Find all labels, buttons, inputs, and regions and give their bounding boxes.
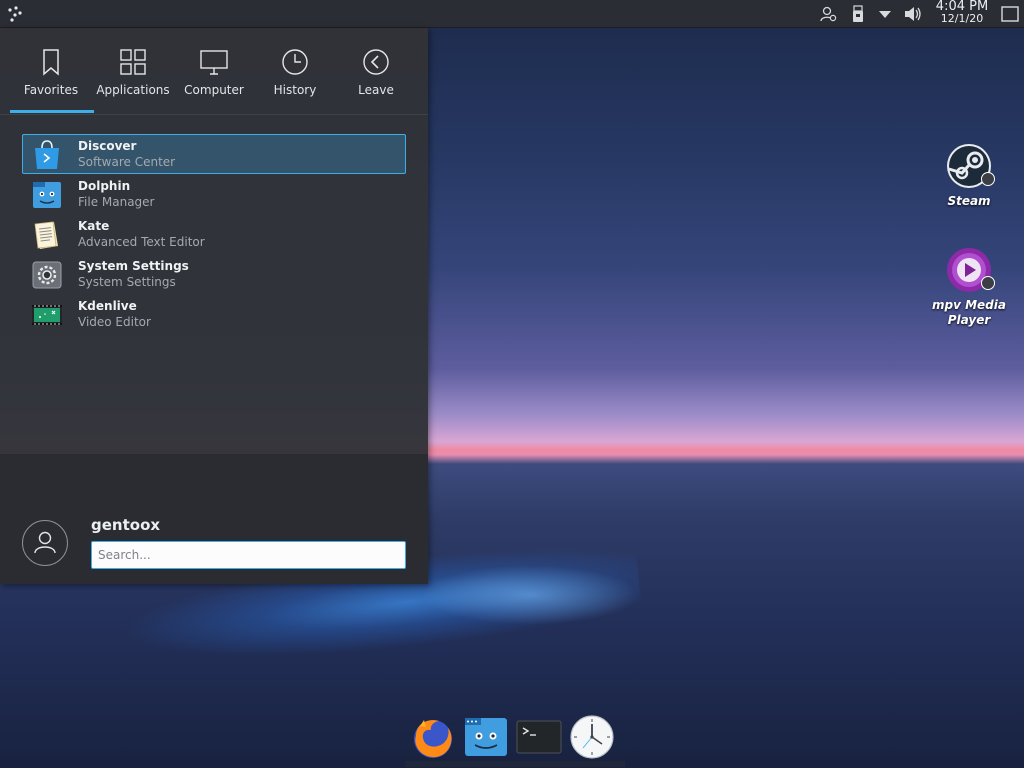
tab-label: Computer — [184, 83, 244, 97]
mpv-icon — [945, 246, 995, 294]
firefox-icon[interactable] — [410, 714, 456, 760]
settings-icon — [32, 261, 62, 289]
shortcut-badge-icon — [981, 172, 995, 186]
tab-history[interactable]: History — [254, 28, 336, 114]
active-tab-indicator — [10, 110, 94, 113]
app-description: Software Center — [78, 155, 176, 169]
application-launcher-button[interactable] — [4, 3, 26, 25]
list-item-system-settings[interactable]: System Settings System Settings — [22, 254, 406, 294]
list-item-kdenlive[interactable]: Kdenlive Video Editor — [22, 294, 406, 334]
application-launcher-popup: Favorites Applications Computer History … — [0, 28, 428, 584]
digital-clock[interactable]: 4:04 PM 12/1/20 — [928, 0, 996, 25]
app-name: Discover — [78, 139, 137, 153]
bookmark-icon — [43, 49, 59, 76]
desktop-icon-mpv[interactable]: mpv Media Player — [929, 246, 1009, 328]
username: gentoox — [91, 516, 161, 534]
dock-shelf — [405, 761, 625, 767]
terminal-icon[interactable] — [516, 714, 562, 760]
tab-label: History — [273, 83, 317, 97]
dolphin-icon — [33, 182, 61, 208]
kate-icon — [34, 221, 58, 249]
tray-expander-icon[interactable] — [875, 4, 895, 24]
tab-label: Leave — [358, 83, 394, 97]
launcher-tab-bar: Favorites Applications Computer History … — [0, 28, 428, 115]
dock — [405, 710, 625, 768]
clock-icon — [282, 49, 308, 75]
tab-leave[interactable]: Leave — [335, 28, 417, 114]
app-name: System Settings — [78, 259, 189, 273]
shortcut-badge-icon — [981, 276, 995, 290]
launcher-footer: gentoox — [0, 454, 428, 584]
user-switch-icon[interactable] — [818, 4, 838, 24]
app-name: Dolphin — [78, 179, 131, 193]
discover-icon — [35, 140, 59, 169]
tab-applications[interactable]: Applications — [92, 28, 174, 114]
back-arrow-icon — [363, 49, 389, 75]
volume-icon[interactable] — [903, 4, 923, 24]
desktop-icon-steam[interactable]: Steam — [929, 142, 1009, 209]
favorites-list: Discover Software Center Dolphin File Ma… — [22, 134, 406, 334]
tab-label: Applications — [96, 83, 170, 97]
list-item-kate[interactable]: Kate Advanced Text Editor — [22, 214, 406, 254]
top-panel: 4:04 PM 12/1/20 — [0, 0, 1024, 28]
kdenlive-icon — [32, 305, 62, 325]
clock-app-icon[interactable] — [569, 714, 615, 760]
app-name: Kate — [78, 219, 110, 233]
grid-icon — [120, 49, 146, 75]
show-desktop-icon[interactable] — [1000, 4, 1020, 24]
wave-glow-highlight — [420, 565, 640, 625]
desktop-icon-label: mpv Media Player — [932, 298, 1006, 327]
app-description: File Manager — [78, 195, 155, 209]
gentoo-logo-icon — [8, 6, 22, 22]
app-description: System Settings — [78, 275, 176, 289]
tab-computer[interactable]: Computer — [173, 28, 255, 114]
tab-favorites[interactable]: Favorites — [10, 28, 94, 114]
list-item-dolphin[interactable]: Dolphin File Manager — [22, 174, 406, 214]
steam-icon — [945, 142, 995, 190]
file-manager-icon[interactable] — [463, 714, 509, 760]
app-description: Video Editor — [78, 315, 151, 329]
desktop-icon-label: Steam — [947, 194, 991, 208]
clock-date: 12/1/20 — [940, 12, 984, 25]
user-avatar-icon — [34, 531, 56, 554]
app-name: Kdenlive — [78, 299, 137, 313]
app-description: Advanced Text Editor — [78, 235, 205, 249]
usb-drive-icon[interactable] — [848, 4, 868, 24]
avatar[interactable] — [22, 520, 68, 566]
tab-label: Favorites — [23, 83, 79, 97]
list-item-discover[interactable]: Discover Software Center — [22, 134, 406, 174]
search-input[interactable] — [91, 541, 406, 569]
monitor-icon — [200, 50, 228, 75]
